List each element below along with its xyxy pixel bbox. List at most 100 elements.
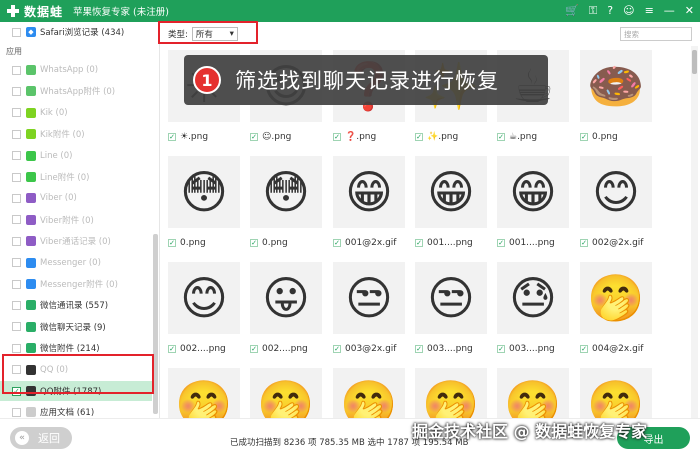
thumbnail-checkbox[interactable]: ✓	[333, 345, 341, 353]
checkbox[interactable]	[12, 258, 21, 268]
sidebar-item[interactable]: Viber通话记录 (0)	[0, 231, 152, 251]
scrollbar-thumb[interactable]	[692, 50, 697, 74]
thumbnail[interactable]: 😳	[168, 156, 240, 228]
checkbox[interactable]	[12, 215, 21, 225]
app-icon	[26, 107, 36, 118]
thumbnail[interactable]: 🍩	[580, 50, 652, 122]
thumbnail[interactable]: 😛	[250, 262, 322, 334]
thumbnail-checkbox[interactable]: ✓	[250, 239, 258, 247]
thumbnail[interactable]: 😁	[497, 156, 569, 228]
file-name: ☀.png	[180, 132, 209, 142]
thumbnail-checkbox[interactable]: ✓	[497, 345, 505, 353]
checkbox[interactable]	[12, 86, 21, 96]
thumbnail-checkbox[interactable]: ✓	[333, 239, 341, 247]
back-button[interactable]: « 返回	[10, 427, 72, 449]
checkbox[interactable]	[12, 129, 21, 139]
thumbnail-checkbox[interactable]: ✓	[497, 133, 505, 141]
thumbnail-checkbox[interactable]: ✓	[168, 345, 176, 353]
thumbnail-checkbox[interactable]: ✓	[497, 239, 505, 247]
thumbnail-checkbox[interactable]: ✓	[415, 133, 423, 141]
file-name: 002....png	[180, 344, 226, 354]
checkbox[interactable]	[12, 193, 21, 203]
app-icon	[26, 150, 36, 161]
cart-icon[interactable]: 🛒	[565, 0, 579, 22]
thumbnail-checkbox[interactable]: ✓	[250, 133, 258, 141]
thumbnail-checkbox[interactable]: ✓	[580, 133, 588, 141]
thumbnail-checkbox[interactable]: ✓	[580, 239, 588, 247]
file-name: 003@2x.gif	[345, 344, 397, 354]
sticker-image: 🍩	[587, 58, 645, 113]
sidebar-item-safari-history[interactable]: ◆ Safari浏览记录 (434)	[0, 22, 152, 42]
thumbnail[interactable]: 🤭	[168, 368, 240, 418]
app-icon	[26, 279, 36, 289]
thumbnail-checkbox[interactable]: ✓	[415, 239, 423, 247]
checkbox[interactable]	[12, 279, 21, 289]
thumbnail[interactable]: 😓	[497, 262, 569, 334]
sidebar-item[interactable]: Line (0)	[0, 146, 152, 166]
sidebar-item[interactable]: WhatsApp (0)	[0, 60, 152, 80]
checkbox[interactable]	[12, 322, 21, 332]
key-icon[interactable]: ⚿	[589, 0, 597, 22]
sidebar-item-label: WhatsApp附件 (0)	[40, 87, 116, 98]
thumbnail[interactable]: 😁	[333, 156, 405, 228]
thumbnail[interactable]: 🤭	[580, 262, 652, 334]
checkbox[interactable]	[12, 343, 21, 353]
app-icon	[26, 65, 36, 75]
checkbox[interactable]	[12, 236, 21, 246]
checkbox[interactable]	[12, 65, 21, 75]
sticker-image: 😁	[427, 165, 475, 219]
file-name: ❓.png	[345, 132, 377, 142]
sticker-image: 🤭	[587, 376, 645, 419]
thumbnail[interactable]: 😁	[415, 156, 487, 228]
back-label: 返回	[38, 432, 60, 445]
sidebar-item-label: Safari浏览记录 (434)	[40, 28, 125, 38]
minimize-icon[interactable]: —	[664, 0, 675, 22]
sticker-image: 🤭	[422, 376, 480, 419]
thumbnail[interactable]: 🤭	[333, 368, 405, 418]
thumbnail-checkbox[interactable]: ✓	[250, 345, 258, 353]
checkbox[interactable]	[12, 27, 21, 37]
sidebar-item-label: 微信附件 (214)	[40, 344, 100, 355]
thumbnail[interactable]: 😊	[580, 156, 652, 228]
thumbnail[interactable]: 🤭	[580, 368, 652, 418]
thumbnail-checkbox[interactable]: ✓	[168, 133, 176, 141]
checkbox[interactable]	[12, 407, 21, 417]
sidebar-item[interactable]: Messenger (0)	[0, 253, 152, 273]
checkbox[interactable]	[12, 300, 21, 310]
sidebar-item-label: Messenger附件 (0)	[40, 280, 118, 290]
sidebar-item-label: Kik附件 (0)	[40, 130, 85, 141]
grid-scrollbar[interactable]	[691, 46, 698, 418]
thumbnail[interactable]: 😒	[333, 262, 405, 334]
chat-icon[interactable]: ☺	[623, 0, 634, 22]
thumbnail[interactable]: 🤭	[250, 368, 322, 418]
sidebar-item[interactable]: Viber (0)	[0, 188, 152, 208]
sidebar-item[interactable]: Line附件 (0)	[0, 167, 152, 187]
menu-icon[interactable]: ≡	[645, 0, 654, 22]
sidebar-item[interactable]: 微信通讯录 (557)	[0, 295, 152, 315]
thumbnail-checkbox[interactable]: ✓	[333, 133, 341, 141]
thumbnail-checkbox[interactable]: ✓	[580, 345, 588, 353]
thumbnail-checkbox[interactable]: ✓	[168, 239, 176, 247]
sidebar-item[interactable]: WhatsApp附件 (0)	[0, 81, 152, 101]
thumbnail[interactable]: 😊	[168, 262, 240, 334]
thumbnail[interactable]: 🤭	[415, 368, 487, 418]
sidebar-item[interactable]: Kik附件 (0)	[0, 124, 152, 144]
search-input[interactable]: 搜索	[620, 27, 692, 41]
thumbnail[interactable]: 🤭	[497, 368, 569, 418]
sidebar-item[interactable]: Viber附件 (0)	[0, 210, 152, 230]
sidebar-item[interactable]: Messenger附件 (0)	[0, 274, 152, 294]
file-name: ☕.png	[509, 132, 538, 142]
help-icon[interactable]: ?	[607, 0, 613, 22]
close-icon[interactable]: ✕	[685, 0, 694, 22]
sidebar-item[interactable]: Kik (0)	[0, 103, 152, 123]
sidebar-item[interactable]: 微信聊天记录 (9)	[0, 317, 152, 337]
thumbnail[interactable]: 😒	[415, 262, 487, 334]
checkbox[interactable]	[12, 172, 21, 182]
checkbox[interactable]	[12, 151, 21, 161]
thumbnail-checkbox[interactable]: ✓	[415, 345, 423, 353]
app-logo: 数据蛙	[6, 3, 63, 20]
sticker-image: 😓	[509, 271, 557, 325]
checkbox[interactable]	[12, 108, 21, 118]
thumbnail[interactable]: 😳	[250, 156, 322, 228]
thumbnail-caption: ✓ 0.png	[250, 236, 288, 250]
